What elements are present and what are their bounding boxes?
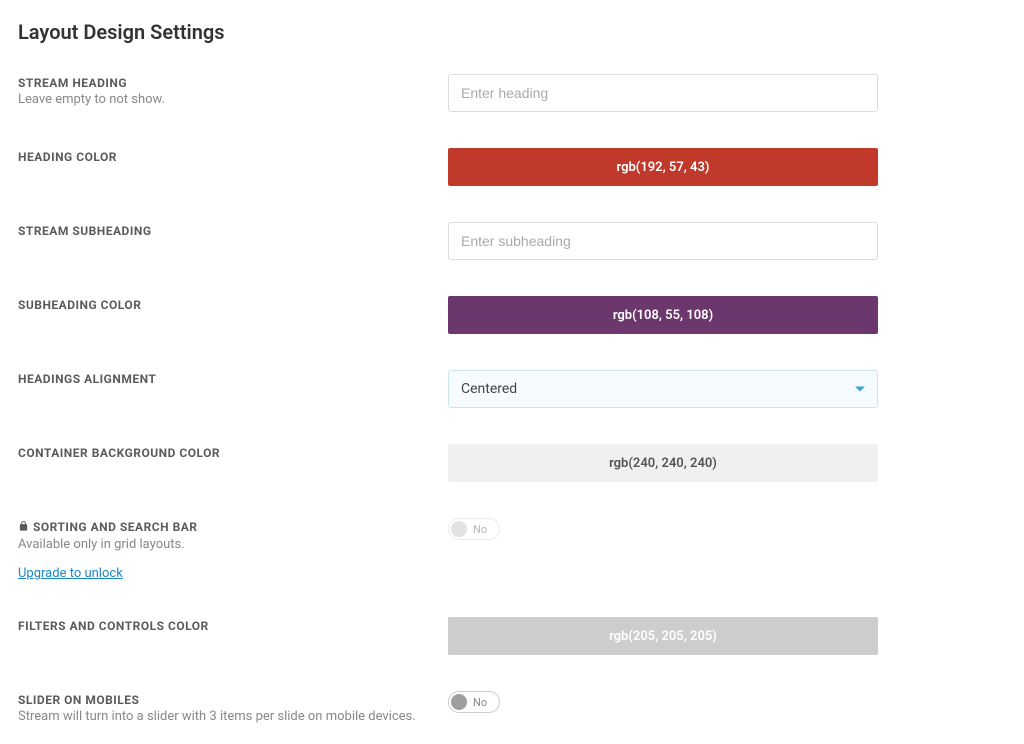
select-headings-alignment[interactable]: Centered xyxy=(448,370,878,408)
row-sorting-search: SORTING AND SEARCH BAR Available only in… xyxy=(18,518,1006,581)
row-headings-alignment: HEADINGS ALIGNMENT Centered xyxy=(18,370,1006,408)
toggle-sorting-search-text: No xyxy=(473,523,487,536)
toggle-slider-mobiles-text: No xyxy=(473,696,487,709)
label-sorting-search: SORTING AND SEARCH BAR xyxy=(18,520,448,535)
row-stream-subheading: STREAM SUBHEADING xyxy=(18,222,1006,260)
row-heading-color: HEADING COLOR rgb(192, 57, 43) xyxy=(18,148,1006,186)
toggle-knob xyxy=(451,521,467,537)
lock-icon xyxy=(18,520,29,535)
swatch-heading-color[interactable]: rgb(192, 57, 43) xyxy=(448,148,878,186)
swatch-filters-color[interactable]: rgb(205, 205, 205) xyxy=(448,617,878,655)
swatch-container-bg-color[interactable]: rgb(240, 240, 240) xyxy=(448,444,878,482)
label-subheading-color: SUBHEADING COLOR xyxy=(18,298,448,312)
row-slider-mobiles: SLIDER ON MOBILES Stream will turn into … xyxy=(18,691,1006,724)
label-heading-color: HEADING COLOR xyxy=(18,150,448,164)
row-subheading-color: SUBHEADING COLOR rgb(108, 55, 108) xyxy=(18,296,1006,334)
hint-sorting-search: Available only in grid layouts. xyxy=(18,537,448,552)
hint-stream-heading: Leave empty to not show. xyxy=(18,92,448,107)
row-container-bg-color: CONTAINER BACKGROUND COLOR rgb(240, 240,… xyxy=(18,444,1006,482)
input-stream-heading[interactable] xyxy=(448,74,878,112)
swatch-subheading-color[interactable]: rgb(108, 55, 108) xyxy=(448,296,878,334)
page-title: Layout Design Settings xyxy=(18,20,1006,44)
toggle-slider-mobiles[interactable]: No xyxy=(448,691,500,713)
caret-down-icon xyxy=(855,387,865,392)
toggle-knob xyxy=(451,694,467,710)
label-slider-mobiles: SLIDER ON MOBILES xyxy=(18,693,448,707)
hint-slider-mobiles: Stream will turn into a slider with 3 it… xyxy=(18,709,448,724)
select-headings-alignment-value: Centered xyxy=(461,381,517,397)
row-stream-heading: STREAM HEADING Leave empty to not show. xyxy=(18,74,1006,112)
row-filters-color: FILTERS AND CONTROLS COLOR rgb(205, 205,… xyxy=(18,617,1006,655)
label-stream-subheading: STREAM SUBHEADING xyxy=(18,224,448,238)
label-filters-color: FILTERS AND CONTROLS COLOR xyxy=(18,619,448,633)
link-upgrade-unlock[interactable]: Upgrade to unlock xyxy=(18,566,123,581)
label-headings-alignment: HEADINGS ALIGNMENT xyxy=(18,372,448,386)
toggle-sorting-search: No xyxy=(448,518,500,540)
label-container-bg-color: CONTAINER BACKGROUND COLOR xyxy=(18,446,448,460)
label-stream-heading: STREAM HEADING xyxy=(18,76,448,90)
input-stream-subheading[interactable] xyxy=(448,222,878,260)
